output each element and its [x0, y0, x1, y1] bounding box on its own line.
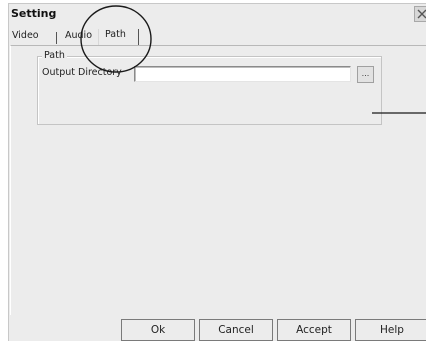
tab-strip: Video Audio Path — [9, 24, 426, 46]
cancel-button[interactable]: Cancel — [199, 319, 273, 341]
output-directory-label: Output Directory — [42, 67, 122, 78]
title-bar: Setting — [9, 4, 426, 24]
help-button[interactable]: Help — [355, 319, 426, 341]
path-groupbox: Path Output Directory ... — [37, 50, 382, 125]
ok-button[interactable]: Ok — [121, 319, 195, 341]
tab-path[interactable]: Path — [99, 25, 132, 46]
tab-video[interactable]: Video — [12, 28, 39, 45]
setting-dialog: Setting Video Audio Path Path Output Dir… — [8, 3, 426, 341]
tab-separator — [56, 32, 57, 44]
path-group-legend: Path — [42, 50, 67, 61]
browse-button[interactable]: ... — [357, 66, 374, 83]
window-title: Setting — [11, 7, 57, 20]
tab-audio[interactable]: Audio — [65, 28, 92, 45]
tab-separator — [138, 29, 139, 45]
close-icon — [417, 9, 426, 19]
screenshot-stage: Setting Video Audio Path Path Output Dir… — [0, 0, 426, 341]
accept-button[interactable]: Accept — [277, 319, 351, 341]
close-button[interactable] — [414, 6, 426, 22]
output-directory-input[interactable] — [134, 66, 351, 82]
